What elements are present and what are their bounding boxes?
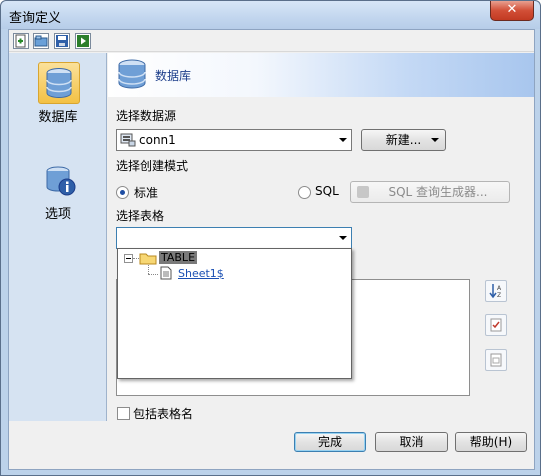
run-icon[interactable] <box>75 33 91 49</box>
sql-builder-button[interactable]: SQL 查询生成器... <box>350 181 510 203</box>
done-label: 完成 <box>317 435 342 449</box>
close-icon: ✕ <box>506 2 518 17</box>
sidebar-item-database[interactable]: 数据库 <box>9 59 107 125</box>
cancel-label: 取消 <box>399 435 424 449</box>
datasource-label: 选择数据源 <box>116 109 177 123</box>
tree-connector <box>148 265 149 274</box>
database-icon <box>118 59 146 89</box>
checklist-icon <box>490 318 502 332</box>
help-label: 帮助(H) <box>469 435 513 449</box>
tree-connector <box>148 274 158 275</box>
new-query-icon[interactable] <box>13 33 29 49</box>
help-button[interactable]: 帮助(H) <box>455 432 527 452</box>
table-dropdown-popup: TABLE Sheet1$ <box>117 248 352 379</box>
database-icon <box>46 68 72 99</box>
sheet-icon <box>160 266 172 280</box>
table-select[interactable] <box>116 227 352 249</box>
mode-sql-label: SQL <box>315 184 339 198</box>
collapse-toggle[interactable] <box>124 254 133 263</box>
sidebar-item-label: 选项 <box>44 207 71 222</box>
tree-node-table[interactable]: TABLE <box>159 251 198 264</box>
chevron-down-icon <box>339 236 347 240</box>
close-button[interactable]: ✕ <box>490 1 534 21</box>
database-info-icon <box>46 166 76 196</box>
uncheck-all-button[interactable] <box>485 349 507 371</box>
datasource-select[interactable]: conn1 <box>116 129 352 151</box>
done-button[interactable]: 完成 <box>294 432 366 452</box>
chevron-down-icon <box>431 138 439 142</box>
sort-button[interactable]: AZ <box>485 280 507 302</box>
mode-standard-label: 标准 <box>134 186 159 200</box>
chevron-down-icon <box>339 138 347 142</box>
save-icon[interactable] <box>54 33 70 49</box>
sidebar: 数据库 选项 <box>9 53 107 421</box>
open-icon[interactable] <box>33 33 49 49</box>
svg-text:A: A <box>497 285 502 292</box>
panel-title: 数据库 <box>155 69 192 83</box>
sql-builder-label: SQL 查询生成器... <box>388 185 488 199</box>
check-all-button[interactable] <box>485 314 507 336</box>
mode-label: 选择创建模式 <box>116 159 189 173</box>
svg-text:Z: Z <box>497 292 501 299</box>
title-bar[interactable]: 查询定义 ✕ <box>1 1 540 29</box>
include-table-name-checkbox[interactable] <box>117 407 130 420</box>
panel-header: 数据库 <box>108 53 534 97</box>
query-definition-dialog: 查询定义 ✕ 数据库 选项 数据库 选择数据源 conn1 新建... 选择创建… <box>0 0 541 476</box>
new-connection-label: 新建... <box>385 133 422 147</box>
sidebar-item-options[interactable]: 选项 <box>9 165 107 222</box>
cancel-button[interactable]: 取消 <box>375 432 448 452</box>
window-title: 查询定义 <box>9 11 62 26</box>
clear-list-icon <box>490 353 502 367</box>
datasource-value: conn1 <box>139 133 176 147</box>
connection-icon <box>120 133 136 147</box>
table-label: 选择表格 <box>116 209 165 223</box>
new-connection-button[interactable]: 新建... <box>361 129 446 151</box>
tree-node-sheet1[interactable]: Sheet1$ <box>178 267 224 280</box>
mode-standard-radio[interactable] <box>116 186 129 199</box>
sidebar-item-label: 数据库 <box>38 110 78 125</box>
mode-sql-radio[interactable] <box>298 186 311 199</box>
folder-icon <box>139 253 157 265</box>
include-table-name-label: 包括表格名 <box>133 407 194 421</box>
toolbar <box>9 30 534 52</box>
sort-az-icon: AZ <box>489 284 502 299</box>
sql-builder-icon <box>357 186 369 198</box>
